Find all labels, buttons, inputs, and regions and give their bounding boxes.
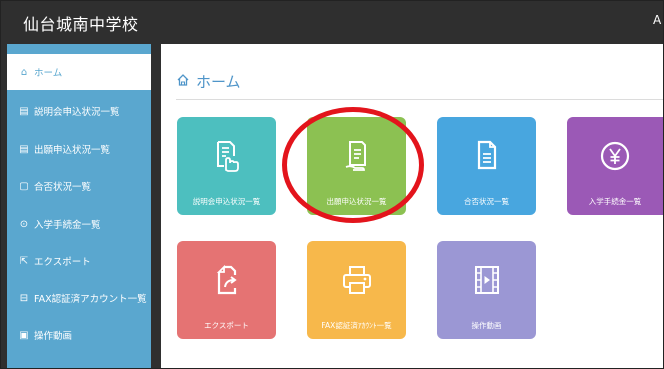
tile-label: 操作動画 [471,321,502,330]
document-icon: ▤ [19,143,29,155]
sidebar-item-results[interactable]: ▢ 合否状況一覧 [7,168,151,204]
tile-admission-applications[interactable]: 出願申込状況一覧 [307,117,406,215]
tile-export[interactable]: エクスポート [177,241,276,339]
sidebar-item-label: 出願申込状況一覧 [34,145,111,156]
sidebar-item-admission-applications[interactable]: ▤ 出願申込状況一覧 [7,131,151,167]
title-divider [176,99,663,100]
page-title: ホーム [176,71,241,92]
tile-label: エクスポート [204,321,249,330]
tile-label: 入学手続金一覧 [588,197,642,206]
tile-videos[interactable]: 操作動画 [437,241,536,339]
printer-icon: ⊟ [19,292,29,304]
tile-label: 合否状況一覧 [464,197,509,206]
top-header: 仙台城南中学校 A [1,1,663,44]
sidebar-item-videos[interactable]: ▣ 操作動画 [7,317,151,353]
tile-results[interactable]: 合否状況一覧 [437,117,536,215]
sidebar-item-briefing-applications[interactable]: ▤ 説明会申込状況一覧 [7,93,151,129]
sidebar-item-export[interactable]: ⇱ エクスポート [7,243,151,279]
sidebar-item-label: 説明会申込状況一覧 [34,107,120,118]
page-title-text: ホーム [196,73,241,91]
document-hand-icon: ▤ [19,105,29,117]
tile-label: 説明会申込状況一覧 [192,197,261,206]
sidebar-item-label: 操作動画 [34,331,73,342]
file-icon [437,139,536,177]
sidebar-item-label: FAX認証済アカウント一覧 [34,294,147,305]
tile-label: FAX認証済ｱｶｳﾝﾄ一覧 [321,321,392,330]
file-icon: ▢ [19,180,29,192]
tile-briefing-applications[interactable]: 説明会申込状況一覧 [177,117,276,215]
printer-icon [307,263,406,301]
tile-enrollment-fees[interactable]: 入学手続金一覧 [567,117,663,215]
content-gutter [151,44,161,368]
sidebar-item-enrollment-fees[interactable]: ⊙ 入学手続金一覧 [7,206,151,242]
app-window: 仙台城南中学校 A ⌂ ホーム ▤ 説明会申込状況一覧 ▤ 出願申込状況一覧 ▢… [0,0,664,369]
tile-label: 出願申込状況一覧 [326,197,387,206]
sidebar-item-label: エクスポート [34,257,91,268]
home-icon: ⌂ [20,66,28,78]
school-name: 仙台城南中学校 [23,15,139,34]
film-icon [437,263,536,301]
sidebar-item-label: ホーム [34,68,63,79]
sidebar-item-label: 合否状況一覧 [34,182,92,193]
sidebar-item-home[interactable]: ⌂ ホーム [7,54,151,90]
export-icon: ⇱ [19,255,29,267]
tile-fax-accounts[interactable]: FAX認証済ｱｶｳﾝﾄ一覧 [307,241,406,339]
home-icon [176,73,190,91]
document-hand-icon [177,139,276,177]
yen-icon: ⊙ [19,218,29,230]
sidebar-item-label: 入学手続金一覧 [34,220,101,231]
film-icon: ▣ [19,329,29,341]
export-icon [177,263,276,301]
document-hand-icon [307,139,406,177]
yen-icon [567,139,663,177]
user-icon[interactable]: A [653,13,661,27]
sidebar-item-fax-accounts[interactable]: ⊟ FAX認証済アカウント一覧 [7,280,151,316]
